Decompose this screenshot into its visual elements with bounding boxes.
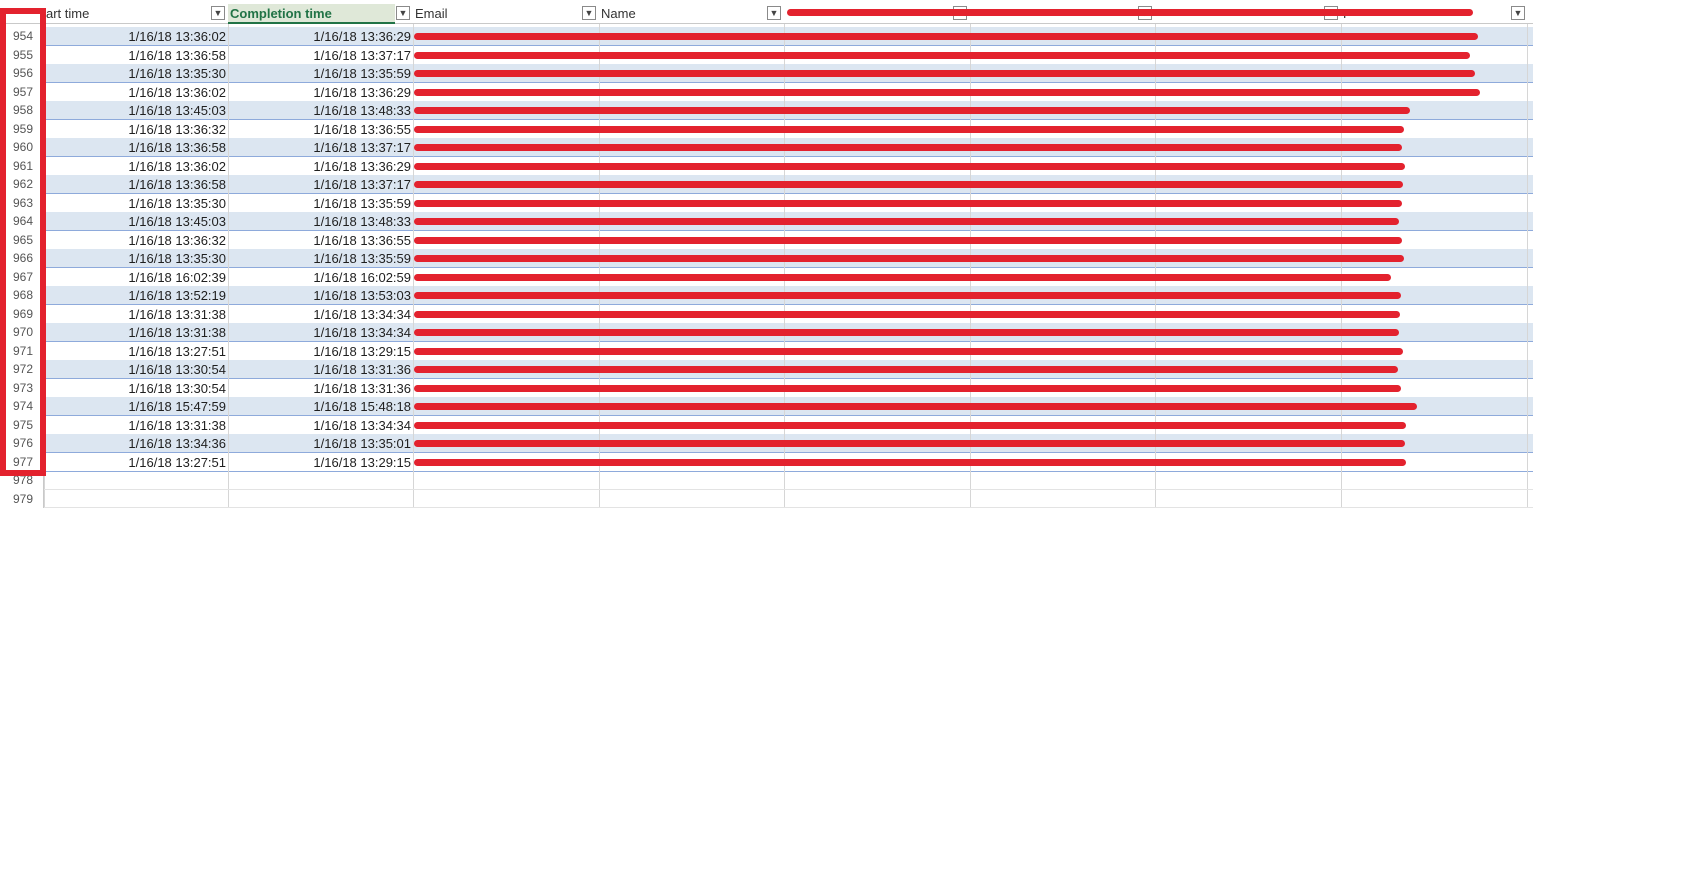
start-time-cell[interactable]: 1/16/18 13:52:19 xyxy=(44,286,228,305)
completion-time-cell[interactable]: 1/16/18 13:53:03 xyxy=(228,286,413,305)
filter-dropdown-icon[interactable]: ▼ xyxy=(1511,6,1525,20)
redaction-mark xyxy=(414,421,1406,429)
completion-time-cell[interactable]: 1/16/18 13:36:29 xyxy=(228,27,413,46)
completion-time-cell[interactable]: 1/16/18 13:34:34 xyxy=(228,416,413,435)
completion-time-cell[interactable]: 1/16/18 13:48:33 xyxy=(228,212,413,231)
completion-time-cell[interactable]: 1/16/18 13:37:17 xyxy=(228,46,413,65)
redaction-mark xyxy=(414,384,1401,392)
empty-row xyxy=(44,490,1533,508)
empty-row xyxy=(44,471,1533,490)
redaction-mark xyxy=(414,329,1399,336)
start-time-cell[interactable]: 1/16/18 13:35:30 xyxy=(44,64,228,83)
completion-time-cell[interactable]: 1/16/18 13:48:33 xyxy=(228,101,413,120)
completion-time-cell[interactable]: 1/16/18 13:36:29 xyxy=(228,83,413,102)
redaction-mark xyxy=(414,366,1398,373)
start-time-cell[interactable]: 1/16/18 15:47:59 xyxy=(44,397,228,416)
start-time-cell[interactable]: 1/16/18 13:31:38 xyxy=(44,416,228,435)
redaction-mark xyxy=(414,255,1404,262)
redaction-mark xyxy=(414,181,1403,188)
redaction-mark xyxy=(414,144,1402,151)
redaction-mark xyxy=(414,440,1405,447)
column-header-3[interactable]: Email xyxy=(413,4,581,24)
redaction-mark xyxy=(414,51,1470,59)
start-time-cell[interactable]: 1/16/18 13:36:32 xyxy=(44,231,228,250)
filter-dropdown-icon[interactable]: ▼ xyxy=(582,6,596,20)
start-time-cell[interactable]: 1/16/18 13:35:30 xyxy=(44,194,228,213)
start-time-cell[interactable]: 1/16/18 13:45:03 xyxy=(44,212,228,231)
column-header-1[interactable]: art time xyxy=(44,4,210,24)
completion-time-cell[interactable]: 1/16/18 13:36:55 xyxy=(228,120,413,139)
row-numbers-highlight-box xyxy=(0,8,46,476)
redaction-mark xyxy=(414,273,1391,281)
column-header-4[interactable]: Name xyxy=(599,4,766,24)
completion-time-cell[interactable]: 1/16/18 13:31:36 xyxy=(228,379,413,398)
redaction-mark xyxy=(414,70,1475,77)
completion-time-cell[interactable]: 1/16/18 16:02:59 xyxy=(228,268,413,287)
completion-time-cell[interactable]: 1/16/18 13:35:59 xyxy=(228,249,413,268)
start-time-cell[interactable]: 1/16/18 13:31:38 xyxy=(44,323,228,342)
redaction-mark xyxy=(414,107,1410,114)
spreadsheet-grid: art time▼Completion time▼Email▼Name▼▼▼▼F… xyxy=(0,0,1691,888)
completion-time-cell[interactable]: 1/16/18 13:34:34 xyxy=(228,323,413,342)
redaction-mark xyxy=(414,199,1402,207)
completion-time-cell[interactable]: 1/16/18 13:35:59 xyxy=(228,64,413,83)
redaction-mark xyxy=(414,292,1401,299)
filter-dropdown-icon[interactable]: ▼ xyxy=(767,6,781,20)
redaction-mark xyxy=(414,162,1405,170)
start-time-cell[interactable]: 1/16/18 13:36:32 xyxy=(44,120,228,139)
column-gridline xyxy=(1527,4,1528,508)
row-number[interactable]: 979 xyxy=(0,489,44,508)
start-time-cell[interactable]: 1/16/18 13:36:02 xyxy=(44,157,228,176)
start-time-cell[interactable]: 1/16/18 13:35:30 xyxy=(44,249,228,268)
start-time-cell[interactable]: 1/16/18 13:45:03 xyxy=(44,101,228,120)
start-time-cell[interactable]: 1/16/18 13:36:02 xyxy=(44,27,228,46)
completion-time-cell[interactable]: 1/16/18 13:31:36 xyxy=(228,360,413,379)
column-header-2[interactable]: Completion time xyxy=(228,4,395,24)
completion-time-cell[interactable]: 1/16/18 13:29:15 xyxy=(228,342,413,361)
redaction-mark xyxy=(414,218,1399,225)
redaction-mark xyxy=(414,125,1404,133)
redaction-mark xyxy=(787,9,1473,16)
filter-dropdown-icon[interactable]: ▼ xyxy=(211,6,225,20)
start-time-cell[interactable]: 1/16/18 13:36:58 xyxy=(44,175,228,194)
start-time-cell[interactable]: 1/16/18 13:27:51 xyxy=(44,453,228,472)
start-time-cell[interactable]: 1/16/18 13:36:02 xyxy=(44,83,228,102)
start-time-cell[interactable]: 1/16/18 13:30:54 xyxy=(44,360,228,379)
start-time-cell[interactable]: 1/16/18 13:30:54 xyxy=(44,379,228,398)
start-time-cell[interactable]: 1/16/18 16:02:39 xyxy=(44,268,228,287)
completion-time-cell[interactable]: 1/16/18 13:29:15 xyxy=(228,453,413,472)
completion-time-cell[interactable]: 1/16/18 13:35:01 xyxy=(228,434,413,453)
start-time-cell[interactable]: 1/16/18 13:36:58 xyxy=(44,138,228,157)
start-time-cell[interactable]: 1/16/18 13:27:51 xyxy=(44,342,228,361)
completion-time-cell[interactable]: 1/16/18 13:36:29 xyxy=(228,157,413,176)
redaction-mark xyxy=(414,403,1417,410)
completion-time-cell[interactable]: 1/16/18 13:37:17 xyxy=(228,138,413,157)
start-time-cell[interactable]: 1/16/18 13:34:36 xyxy=(44,434,228,453)
start-time-cell[interactable]: 1/16/18 13:31:38 xyxy=(44,305,228,324)
redaction-mark xyxy=(414,310,1400,318)
completion-time-cell[interactable]: 1/16/18 15:48:18 xyxy=(228,397,413,416)
redaction-mark xyxy=(414,458,1406,466)
redaction-mark xyxy=(414,33,1478,40)
completion-time-cell[interactable]: 1/16/18 13:34:34 xyxy=(228,305,413,324)
redaction-mark xyxy=(414,236,1402,244)
start-time-cell[interactable]: 1/16/18 13:36:58 xyxy=(44,46,228,65)
redaction-mark xyxy=(414,88,1480,96)
filter-dropdown-icon[interactable]: ▼ xyxy=(396,6,410,20)
redaction-mark xyxy=(414,347,1403,355)
completion-time-cell[interactable]: 1/16/18 13:36:55 xyxy=(228,231,413,250)
completion-time-cell[interactable]: 1/16/18 13:37:17 xyxy=(228,175,413,194)
completion-time-cell[interactable]: 1/16/18 13:35:59 xyxy=(228,194,413,213)
